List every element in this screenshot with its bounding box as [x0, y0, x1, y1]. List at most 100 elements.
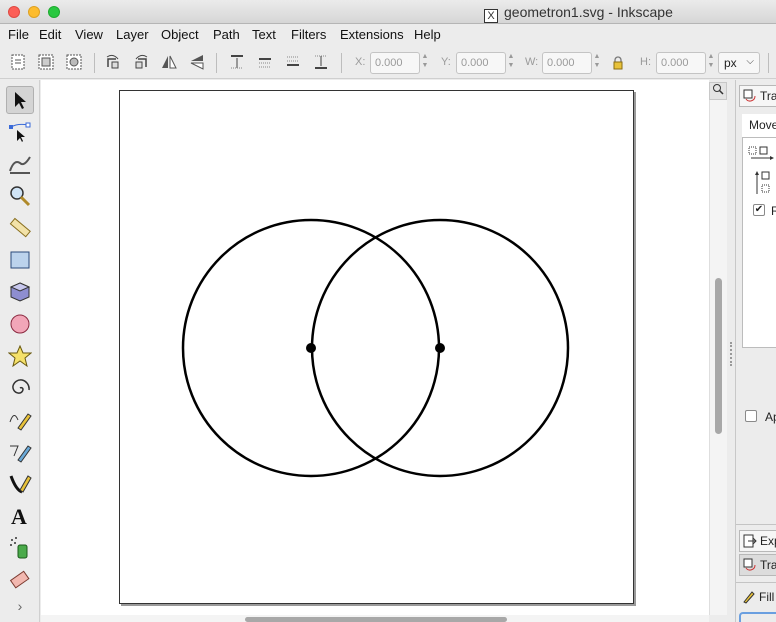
rectangle-tool[interactable]	[6, 246, 34, 274]
transform-dialog-tab-bottom-label: Tra	[760, 558, 776, 572]
relative-move-label: R	[771, 204, 776, 218]
spiral-tool[interactable]	[6, 374, 34, 402]
x-spinner[interactable]: ▲ ▼	[420, 52, 430, 74]
horizontal-scroll-thumb[interactable]	[245, 617, 507, 622]
x11-app-icon: X	[484, 9, 498, 23]
vertical-move-icon[interactable]	[754, 170, 774, 196]
h-label: H:	[640, 56, 651, 68]
export-icon	[743, 534, 757, 548]
horizontal-scrollbar[interactable]	[41, 615, 709, 622]
transform-dialog-tab-bottom[interactable]: Tra	[739, 554, 776, 576]
export-dialog-tab[interactable]: Exp	[739, 530, 776, 552]
grip-icon	[730, 342, 732, 366]
svg-text:A: A	[11, 505, 27, 527]
dock-divider	[736, 582, 776, 583]
menu-path[interactable]: Path	[213, 27, 240, 42]
close-window-button[interactable]	[8, 6, 20, 18]
toolbox: A ›	[0, 80, 40, 622]
rotate-ccw-icon[interactable]	[104, 53, 122, 71]
tweak-tool[interactable]	[6, 150, 34, 178]
menu-filters[interactable]: Filters	[291, 27, 326, 42]
toolbar-separator	[216, 53, 217, 73]
calligraphy-tool[interactable]	[6, 470, 34, 498]
h-spinner[interactable]: ▲ ▼	[706, 52, 716, 74]
fill-stroke-dialog-tab[interactable]: Fill a	[739, 587, 776, 609]
x-input[interactable]: 0.000	[370, 52, 420, 74]
pen-tool[interactable]	[6, 438, 34, 466]
select-all-layers-icon[interactable]	[37, 53, 55, 71]
spiral-icon	[12, 379, 30, 394]
transform-dialog-tab[interactable]: Tran	[739, 85, 776, 107]
zoom-icon	[10, 186, 31, 207]
fill-stroke-panel-edge	[739, 612, 776, 622]
chevron-down-icon: ⌵	[746, 56, 754, 67]
raise-to-top-icon[interactable]	[228, 53, 246, 71]
w-input[interactable]: 0.000	[542, 52, 592, 74]
selector-tool[interactable]	[6, 86, 34, 114]
h-input[interactable]: 0.000	[656, 52, 706, 74]
vertical-scrollbar[interactable]	[709, 100, 727, 615]
tab-move[interactable]: Move	[742, 114, 776, 138]
rectangle-icon	[10, 251, 30, 269]
node-tool[interactable]	[6, 118, 34, 146]
pencil-tool[interactable]	[6, 406, 34, 434]
title-bar: Xgeometron1.svg - Inkscape	[0, 0, 776, 24]
drawing-canvas[interactable]	[41, 80, 709, 615]
measure-tool[interactable]	[6, 214, 34, 242]
w-spinner[interactable]: ▲ ▼	[592, 52, 602, 74]
lower-to-bottom-icon[interactable]	[312, 53, 330, 71]
unit-select[interactable]: px ⌵	[718, 52, 760, 74]
flip-horizontal-icon[interactable]	[160, 53, 178, 71]
lower-icon[interactable]	[284, 53, 302, 71]
menu-file[interactable]: File	[8, 27, 29, 42]
menu-object[interactable]: Object	[161, 27, 199, 42]
text-tool[interactable]: A	[6, 502, 34, 530]
menu-view[interactable]: View	[75, 27, 103, 42]
drawing-svg	[181, 218, 570, 478]
3d-box-tool[interactable]	[6, 278, 34, 306]
spray-tool[interactable]	[6, 534, 34, 562]
window-title-text: geometron1.svg - Inkscape	[504, 4, 673, 20]
dock-divider	[736, 524, 776, 525]
dock-resize-handle[interactable]	[727, 80, 735, 622]
right-center-point[interactable]	[435, 343, 445, 353]
measure-icon	[9, 217, 31, 238]
ellipse-tool[interactable]	[6, 310, 34, 338]
menu-edit[interactable]: Edit	[39, 27, 61, 42]
flip-vertical-icon[interactable]	[188, 53, 206, 71]
zoom-tool[interactable]	[6, 182, 34, 210]
star-tool[interactable]	[6, 342, 34, 370]
vertical-scroll-thumb[interactable]	[715, 278, 722, 434]
select-all-icon[interactable]	[9, 53, 27, 71]
menu-help[interactable]: Help	[414, 27, 441, 42]
more-tools-button[interactable]: ›	[6, 596, 34, 616]
y-label: Y:	[441, 56, 451, 68]
relative-move-icon[interactable]	[748, 144, 774, 160]
menu-extensions[interactable]: Extensions	[340, 27, 404, 42]
lock-icon[interactable]	[612, 56, 624, 70]
y-input[interactable]: 0.000	[456, 52, 506, 74]
raise-icon[interactable]	[256, 53, 274, 71]
unit-select-value: px	[724, 56, 737, 70]
left-center-point[interactable]	[306, 343, 316, 353]
rotate-cw-icon[interactable]	[132, 53, 150, 71]
deselect-icon[interactable]	[65, 53, 83, 71]
tool-controls-bar: X: 0.000 ▲ ▼ Y: 0.000 ▲ ▼ W: 0.000 ▲ ▼ H: 0…	[0, 47, 776, 79]
apply-each-checkbox[interactable]	[745, 410, 757, 422]
x-label: X:	[355, 56, 366, 68]
eraser-tool[interactable]	[6, 566, 34, 594]
y-spinner[interactable]: ▲ ▼	[506, 52, 516, 74]
relative-move-checkbox[interactable]: ✔	[753, 204, 765, 216]
export-dialog-tab-label: Exp	[760, 534, 776, 548]
menu-layer[interactable]: Layer	[116, 27, 149, 42]
eraser-icon	[9, 570, 30, 589]
transform-icon	[743, 89, 756, 102]
menu-text[interactable]: Text	[252, 27, 276, 42]
transform-icon	[743, 558, 756, 571]
maximize-window-button[interactable]	[48, 6, 60, 18]
spray-icon	[10, 537, 28, 559]
minimize-window-button[interactable]	[28, 6, 40, 18]
more-tools-chevron-icon: ›	[17, 598, 23, 614]
fill-stroke-dialog-tab-label: Fill a	[759, 590, 776, 604]
zoom-corner-button[interactable]	[709, 82, 727, 100]
